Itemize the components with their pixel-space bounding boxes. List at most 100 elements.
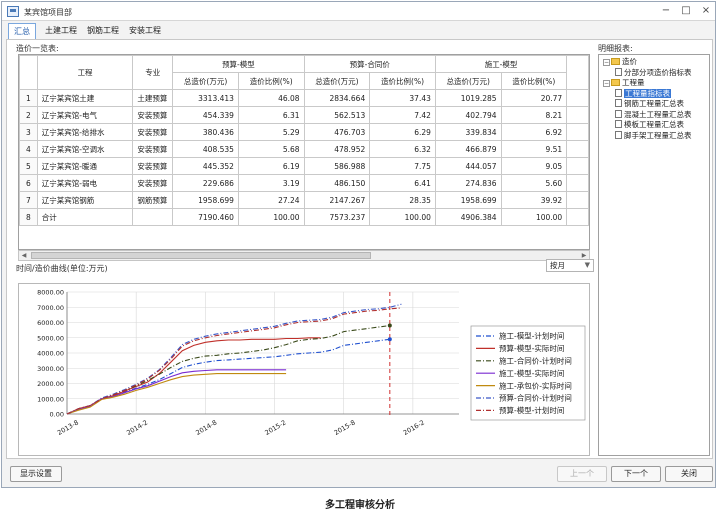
scroll-left-icon[interactable]: ◀ [19, 251, 29, 260]
ratio-cell: 9.05 [500, 157, 568, 175]
price-table-container: 工程 专业 预算-模型 预算-合同价 施工-模型 总造价(万元) 造价比例(%)… [18, 54, 590, 250]
table-row[interactable]: 6 辽宁某宾馆-弱电 安装预算 229.686 3.19 486.150 6.41 274.8… [19, 174, 589, 192]
tree-item[interactable]: 混凝土工程量汇总表 [615, 109, 692, 120]
document-icon [615, 99, 622, 107]
total-cell: 7573.237 [303, 208, 371, 226]
header-total[interactable]: 总造价(万元) [434, 72, 502, 90]
discipline-cell: 土建预算 [132, 89, 174, 107]
discipline-cell [132, 208, 174, 226]
legend-label: 施工-承包价-实际时间 [499, 380, 572, 390]
ratio-cell: 6.29 [369, 123, 436, 141]
discipline-cell: 安装预算 [132, 174, 174, 192]
close-button[interactable]: 关闭 [665, 466, 713, 482]
ratio-cell: 7.75 [369, 157, 436, 175]
overflow-cell [566, 106, 589, 124]
tree-item-label: 脚手架工程量汇总表 [624, 130, 692, 140]
discipline-cell: 安装预算 [132, 106, 174, 124]
table-row[interactable]: 7 辽宁某宾馆钢筋 钢筋预算 1958.699 27.24 2147.267 28.35 19… [19, 191, 589, 209]
next-button[interactable]: 下一个 [611, 466, 661, 482]
y-tick-label: 3000.00 [37, 365, 64, 373]
time-cost-chart-svg: 0.00 1000.00 2000.00 3000.00 4000.00 5000.00 6… [37, 289, 586, 437]
collapse-icon[interactable]: − [603, 59, 610, 66]
tree-item[interactable]: 模板工程量汇总表 [615, 120, 684, 130]
total-cell: 454.339 [172, 106, 239, 124]
series-endpoint [387, 337, 392, 342]
collapse-icon[interactable]: − [603, 80, 610, 87]
ratio-cell: 100.00 [369, 208, 436, 226]
total-cell: 476.703 [303, 123, 371, 141]
project-name-cell: 辽宁某宾馆土建 [36, 89, 134, 107]
row-number: 7 [19, 191, 38, 209]
header-ratio[interactable]: 造价比例(%) [369, 72, 436, 90]
discipline-cell: 安装预算 [132, 157, 174, 175]
ratio-cell: 5.60 [500, 174, 568, 192]
series-line [66, 369, 287, 415]
tree-item[interactable]: − 工程量 [603, 78, 645, 88]
table-row[interactable]: 3 辽宁某宾馆-给排水 安装预算 380.436 5.29 476.703 6.29 339.… [19, 123, 589, 141]
ratio-cell: 9.51 [500, 140, 568, 158]
tab-summary[interactable]: 汇总 [8, 23, 36, 39]
tree-item-label: 分部分项造价指标表 [624, 67, 692, 77]
tab-civil[interactable]: 土建工程 [40, 23, 82, 39]
main-window: 某宾馆项目部 − □ × 汇总 土建工程 钢筋工程 安装工程 造价一览表: 工程… [1, 1, 716, 488]
horizontal-scrollbar[interactable]: ◀ ▶ [18, 250, 590, 261]
scroll-thumb[interactable] [31, 252, 371, 259]
table-row[interactable]: 8 合计 7190.460 100.00 7573.237 100.00 4906.384 1… [19, 208, 589, 226]
legend-label: 施工-模型-计划时间 [499, 331, 564, 341]
table-row[interactable]: 2 辽宁某宾馆-电气 安装预算 454.339 6.31 562.513 7.42 402.7… [19, 106, 589, 124]
overflow-cell [566, 191, 589, 209]
y-tick-label: 5000.00 [37, 334, 64, 342]
project-name-cell: 辽宁某宾馆-暖通 [36, 157, 134, 175]
report-tree: − 造价 分部分项造价指标表 − 工程量 工程量指标表 钢筋工程量汇总表 混凝土工程量汇总表模… [598, 54, 710, 456]
y-tick-label: 6000.00 [37, 319, 64, 327]
close-icon[interactable]: × [699, 4, 713, 18]
tree-item[interactable]: 工程量指标表 [615, 88, 671, 99]
period-select[interactable]: 按月 ▼ [546, 259, 594, 272]
price-list-label: 造价一览表: [16, 44, 59, 53]
header-group-budget-model: 预算-模型 [172, 55, 305, 73]
y-tick-label: 7000.00 [37, 304, 64, 312]
header-project[interactable]: 工程 [36, 55, 134, 90]
header-group-budget-contract: 预算-合同价 [303, 55, 436, 73]
table-row[interactable]: 1 辽宁某宾馆土建 土建预算 3313.413 46.08 2834.664 37.43 10… [19, 89, 589, 107]
y-tick-label: 8000.00 [37, 289, 64, 297]
price-table-body: 1 辽宁某宾馆土建 土建预算 3313.413 46.08 2834.664 37.43 10… [19, 89, 589, 226]
previous-button[interactable]: 上一个 [557, 466, 607, 482]
time-cost-chart: 0.00 1000.00 2000.00 3000.00 4000.00 5000.00 6… [18, 283, 590, 456]
legend-label: 预算-模型-实际时间 [499, 343, 564, 353]
overflow-cell [566, 157, 589, 175]
header-ratio[interactable]: 造价比例(%) [237, 72, 305, 90]
tree-item[interactable]: 钢筋工程量汇总表 [615, 99, 684, 109]
curve-label: 时间/造价曲线(单位:万元) [16, 264, 108, 273]
project-name-cell: 辽宁某宾馆-弱电 [36, 174, 134, 192]
discipline-cell: 钢筋预算 [132, 191, 174, 209]
header-total[interactable]: 总造价(万元) [303, 72, 371, 90]
project-name-cell: 辽宁某宾馆-电气 [36, 106, 134, 124]
header-ratio[interactable]: 造价比例(%) [500, 72, 568, 90]
table-row[interactable]: 4 辽宁某宾馆-空调水 安装预算 408.535 5.68 478.952 6.32 466.… [19, 140, 589, 158]
tree-item[interactable]: 分部分项造价指标表 [615, 67, 692, 78]
table-row[interactable]: 5 辽宁某宾馆-暖通 安装预算 445.352 6.19 586.988 7.75 444.0… [19, 157, 589, 175]
overflow-cell [566, 174, 589, 192]
document-icon [615, 109, 622, 118]
display-settings-button[interactable]: 显示设置 [10, 466, 62, 482]
tab-rebar[interactable]: 钢筋工程 [82, 23, 124, 39]
ratio-cell: 37.43 [369, 89, 436, 107]
figure-caption: 多工程审核分析 [325, 500, 395, 511]
maximize-icon[interactable]: □ [679, 4, 693, 18]
series-line [66, 373, 287, 415]
ratio-cell: 39.92 [500, 191, 568, 209]
header-total[interactable]: 总造价(万元) [172, 72, 239, 90]
minimize-icon[interactable]: − [659, 4, 673, 18]
tree-item[interactable]: − 造价 [603, 57, 637, 67]
legend-label: 预算-模型-计划时间 [499, 405, 564, 415]
tree-item[interactable]: 脚手架工程量汇总表 [615, 130, 692, 141]
ratio-cell: 6.92 [500, 123, 568, 141]
tab-installation[interactable]: 安装工程 [124, 23, 166, 39]
ratio-cell: 6.19 [237, 157, 305, 175]
discipline-cell: 安装预算 [132, 140, 174, 158]
series-line [66, 338, 390, 415]
header-discipline[interactable]: 专业 [132, 55, 174, 90]
project-name-cell: 辽宁某宾馆-空调水 [36, 140, 134, 158]
window-title: 某宾馆项目部 [24, 8, 72, 17]
